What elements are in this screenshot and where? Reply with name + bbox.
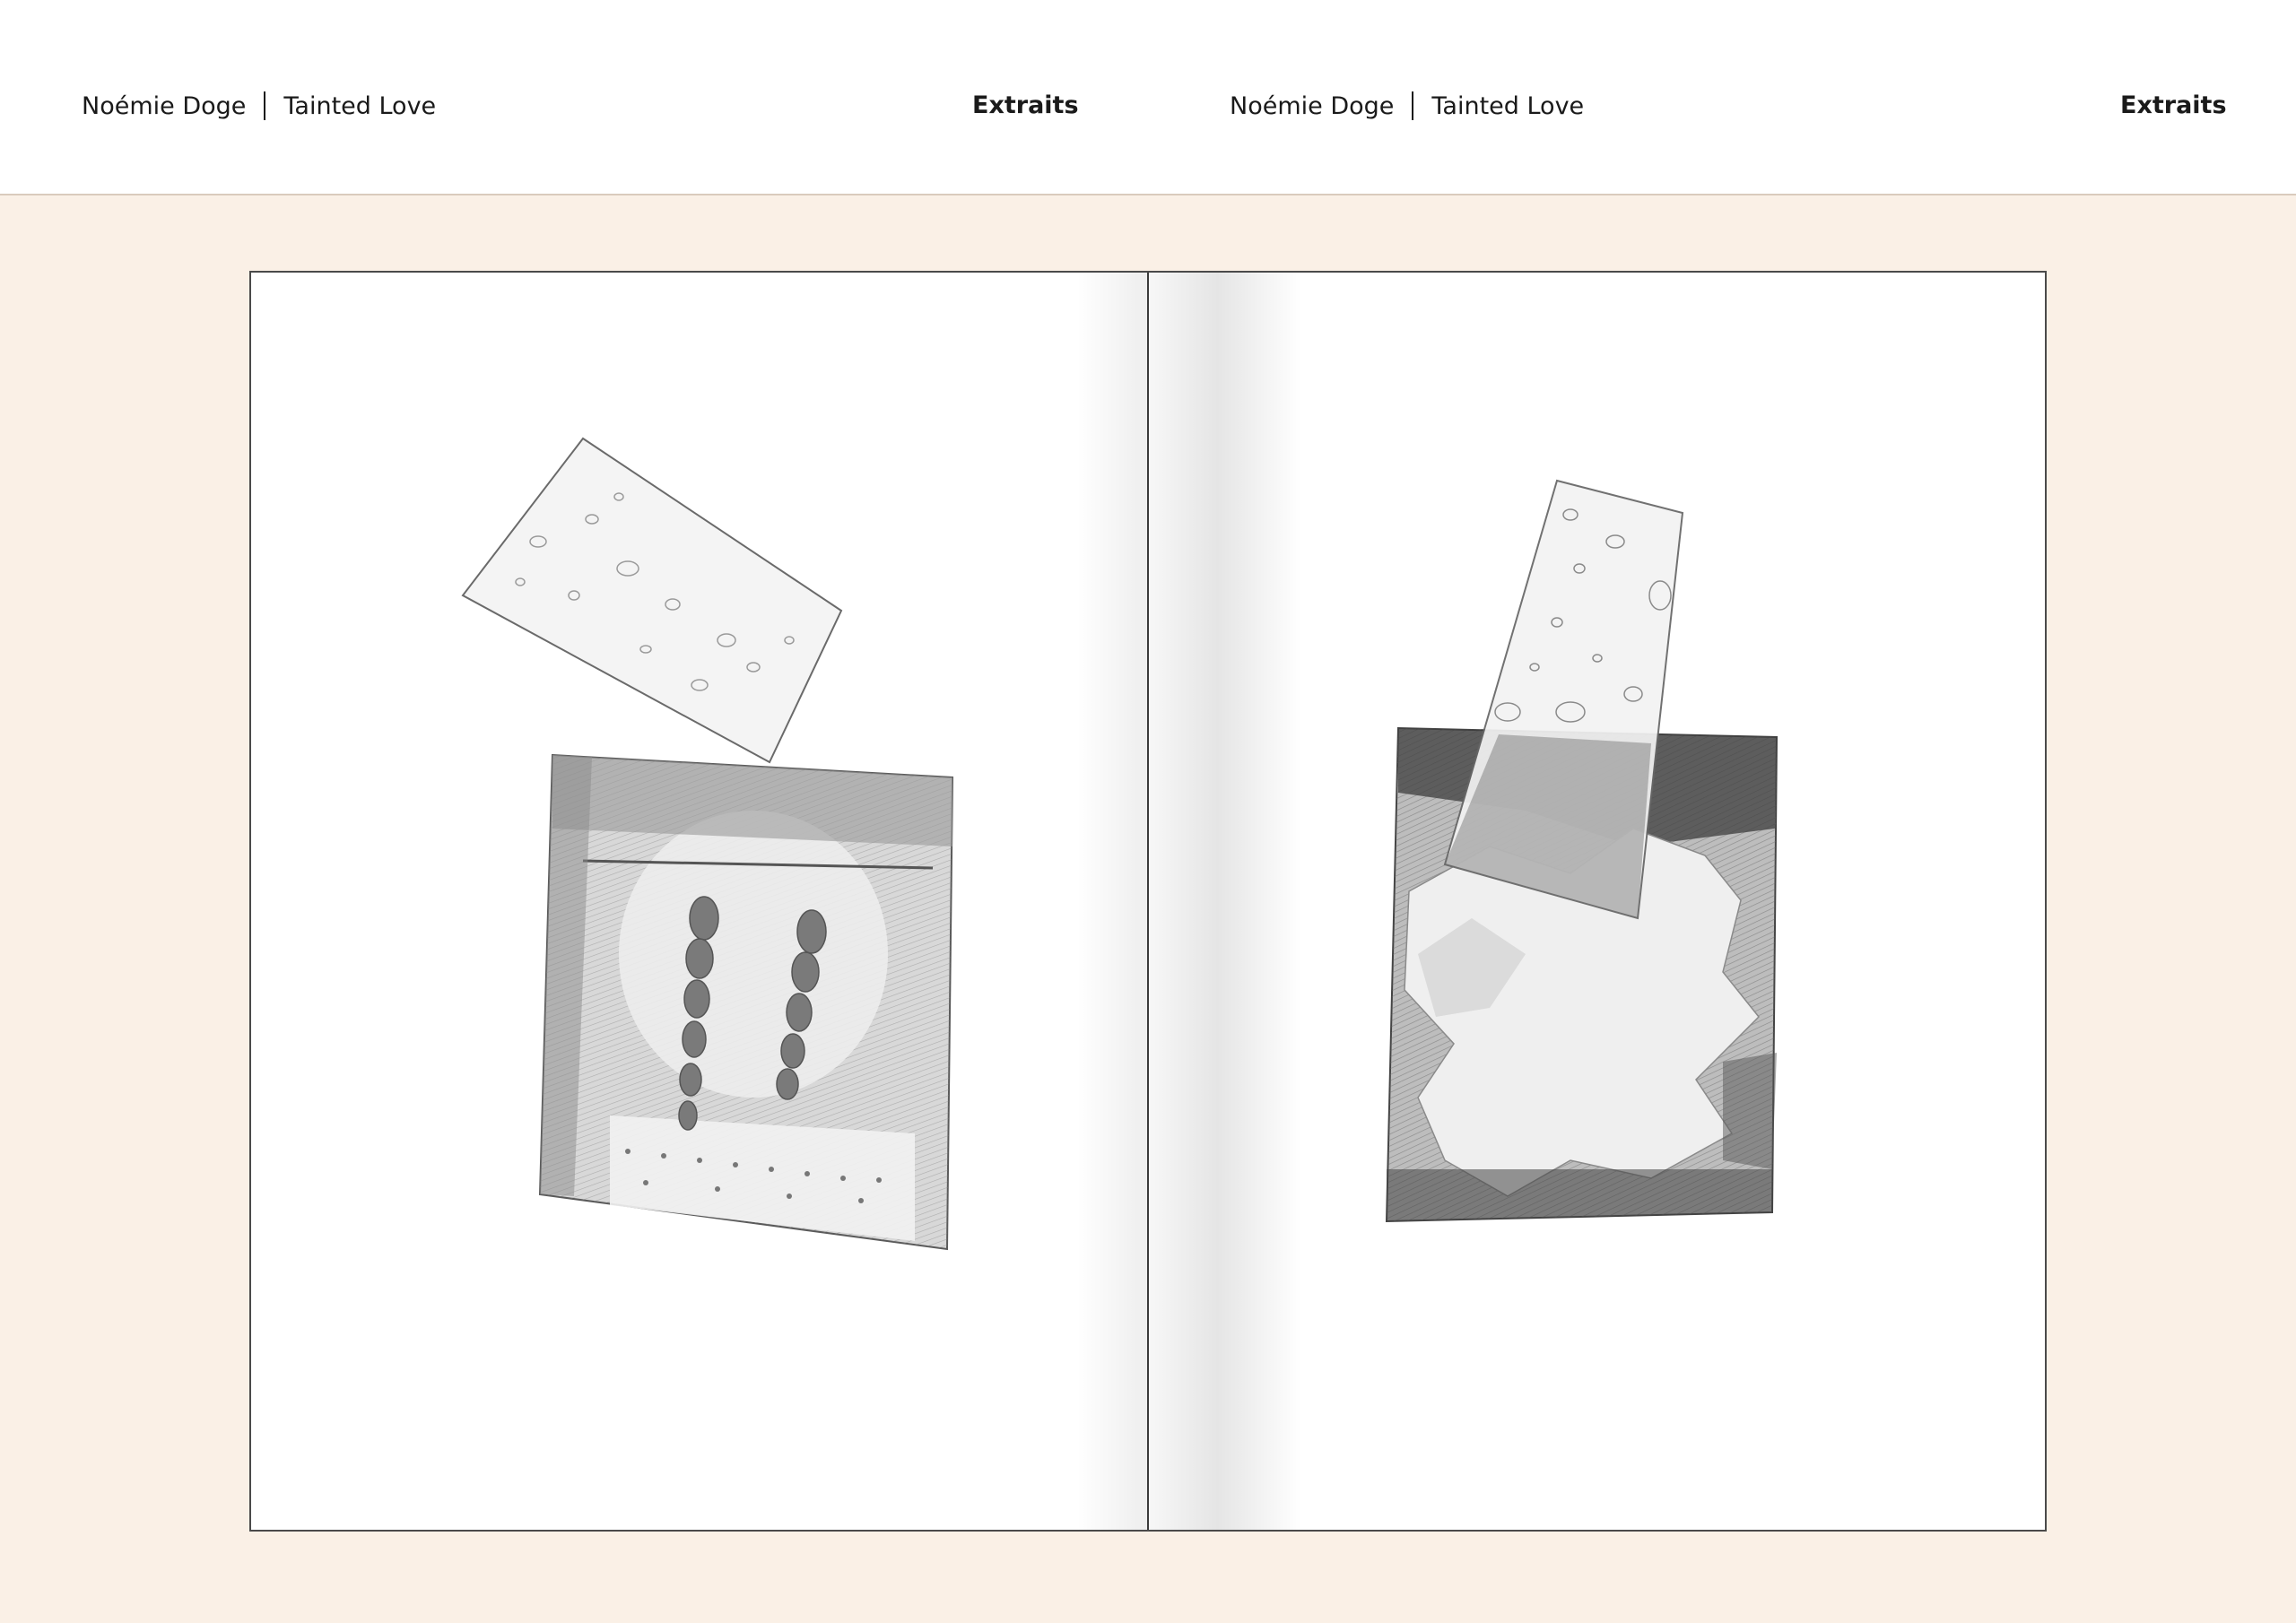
gutter-shadow — [1077, 273, 1149, 1530]
title-separator — [264, 91, 266, 120]
left-page — [251, 273, 1149, 1530]
content-area — [0, 195, 2296, 1623]
title-separator — [1412, 91, 1414, 120]
pencil-drawing-abstract — [1385, 479, 1779, 1223]
author-name: Noémie Doge — [1230, 91, 1395, 120]
pencil-drawing-braids — [461, 437, 954, 1251]
right-page — [1149, 273, 2045, 1530]
header-right-meta: Noémie Doge Tainted Love — [1230, 88, 1584, 124]
header-left-meta: Noémie Doge Tainted Love — [82, 88, 436, 124]
section-label: Extraits — [2120, 91, 2227, 119]
author-name: Noémie Doge — [82, 91, 247, 120]
book-title: Tainted Love — [283, 91, 437, 120]
book-spread — [249, 271, 2047, 1532]
header: Noémie Doge Tainted Love Extraits Noémie… — [0, 0, 2296, 195]
section-label: Extraits — [972, 91, 1079, 119]
book-title: Tainted Love — [1431, 91, 1585, 120]
